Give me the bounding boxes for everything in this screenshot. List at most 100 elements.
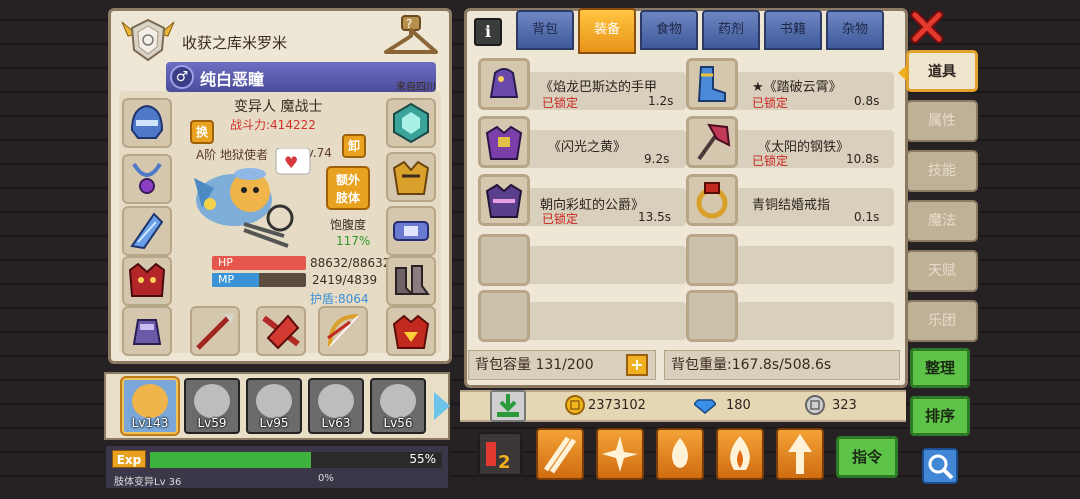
gem-emblem-icon bbox=[393, 102, 429, 144]
party-member-level: Lv95 bbox=[259, 416, 289, 430]
satiety-value: 117% bbox=[336, 234, 371, 248]
sun-axe-icon bbox=[697, 123, 731, 161]
weapon-slot-3[interactable] bbox=[318, 306, 368, 356]
ring-icon bbox=[696, 182, 728, 219]
party-member[interactable]: Lv59 bbox=[184, 378, 240, 434]
glove-slot[interactable] bbox=[122, 306, 172, 356]
swap-button[interactable]: 换 bbox=[190, 120, 214, 144]
party-member[interactable]: Lv56 bbox=[370, 378, 426, 434]
dragon-gauntlet-icon bbox=[489, 68, 519, 98]
accessory-slot-1[interactable] bbox=[386, 98, 436, 148]
weapon-slot-2[interactable] bbox=[256, 306, 306, 356]
satiety-label: 饱腹度 bbox=[330, 218, 367, 232]
one-two-rank-icon: 2 bbox=[486, 442, 511, 473]
party-member[interactable]: Lv63 bbox=[308, 378, 364, 434]
item-weight: 13.5s bbox=[638, 210, 671, 224]
item-weight: 9.2s bbox=[644, 152, 670, 166]
skill-slot-1[interactable] bbox=[536, 428, 584, 480]
mp-bar: MP bbox=[212, 273, 306, 287]
empty-slot bbox=[478, 290, 530, 342]
spear-icon bbox=[196, 314, 234, 350]
skill-slot-5[interactable] bbox=[776, 428, 824, 480]
cape-slot[interactable] bbox=[122, 206, 172, 256]
golden-armor-icon bbox=[392, 160, 430, 195]
item-icon-slot bbox=[686, 58, 738, 110]
party-member[interactable]: Lv95 bbox=[246, 378, 302, 434]
empty-slot bbox=[686, 290, 738, 342]
accessory-slot-2[interactable] bbox=[386, 152, 436, 202]
download-icon bbox=[497, 394, 519, 417]
tab-1[interactable]: 装备 bbox=[578, 8, 636, 54]
info-button[interactable]: i bbox=[474, 18, 502, 46]
tab-0[interactable]: 背包 bbox=[516, 10, 574, 50]
helmet-slot[interactable] bbox=[122, 98, 172, 148]
hp-label: HP bbox=[218, 256, 233, 269]
party-next-arrow-icon[interactable] bbox=[434, 392, 450, 420]
svg-text:2: 2 bbox=[498, 452, 511, 473]
sort-button[interactable]: 排序 bbox=[910, 396, 970, 436]
gold-amount: 2373102 bbox=[588, 398, 646, 413]
hanger-icon[interactable]: ? bbox=[380, 14, 440, 60]
purple-armor-icon bbox=[485, 125, 523, 160]
tab-2[interactable]: 食物 bbox=[640, 10, 698, 50]
belt-slot[interactable] bbox=[386, 206, 436, 256]
diamond-amount: 180 bbox=[726, 398, 751, 413]
search-icon bbox=[928, 454, 954, 480]
rainbow-armor-icon bbox=[485, 183, 523, 218]
mp-value: 2419/4839 bbox=[312, 273, 378, 287]
search-button[interactable] bbox=[922, 448, 958, 484]
exp-tag: Exp bbox=[112, 450, 146, 468]
close-icon[interactable] bbox=[910, 10, 944, 44]
tab-5[interactable]: 杂物 bbox=[826, 10, 884, 50]
weapon-slot-1[interactable] bbox=[190, 306, 240, 356]
power-label: 战斗力:414222 bbox=[230, 118, 316, 132]
flame-icon bbox=[730, 436, 750, 470]
necklace-slot[interactable] bbox=[122, 154, 172, 204]
side-tab-3[interactable]: 魔法 bbox=[906, 200, 978, 242]
silver-coin-icon bbox=[805, 395, 825, 415]
unequip-button[interactable]: 卸 bbox=[342, 134, 366, 158]
fire-burst-icon bbox=[672, 438, 688, 468]
command-button[interactable]: 指令 bbox=[836, 436, 898, 478]
boots-slot[interactable] bbox=[386, 256, 436, 306]
item-icon-slot bbox=[478, 58, 530, 110]
skill-slot-2[interactable] bbox=[596, 428, 644, 480]
expand-capacity-button[interactable]: + bbox=[626, 354, 648, 376]
wing-icon bbox=[130, 212, 164, 250]
class-label: 变异人 魔战士 bbox=[234, 99, 323, 115]
side-tab-1[interactable]: 属性 bbox=[906, 100, 978, 142]
side-tab-4[interactable]: 天赋 bbox=[906, 250, 978, 292]
arrow-strike-icon bbox=[788, 434, 812, 474]
party-member[interactable]: Lv143 bbox=[122, 378, 178, 434]
character-name: 纯白恶瞳 bbox=[200, 70, 265, 89]
gold-coin-icon bbox=[565, 395, 585, 415]
tab-3[interactable]: 药剂 bbox=[702, 10, 760, 50]
armor-slot[interactable] bbox=[122, 256, 172, 306]
item-weight: 0.1s bbox=[854, 210, 880, 224]
exp-percent: 55% bbox=[409, 452, 436, 466]
rank-sort-button[interactable]: 2 bbox=[478, 432, 522, 476]
download-button[interactable] bbox=[490, 390, 526, 422]
side-tab-5[interactable]: 乐团 bbox=[906, 300, 978, 342]
skill-slot-4[interactable] bbox=[716, 428, 764, 480]
mp-label: MP bbox=[218, 273, 235, 286]
item-icon-slot bbox=[478, 174, 530, 226]
organize-button[interactable]: 整理 bbox=[910, 348, 970, 388]
item-lock: 已锁定 bbox=[752, 96, 789, 110]
silver-amount: 323 bbox=[832, 398, 857, 413]
avatar bbox=[380, 384, 416, 418]
top-name: 收获之库米罗米 bbox=[182, 34, 288, 52]
party-member-level: Lv63 bbox=[321, 416, 351, 430]
avatar bbox=[194, 384, 230, 418]
skill-slot-3[interactable] bbox=[656, 428, 704, 480]
side-tab-0[interactable]: 道具 bbox=[906, 50, 978, 92]
extra-limb-button[interactable]: 额外 肢体 bbox=[326, 166, 370, 210]
accessory-slot-3[interactable] bbox=[386, 306, 436, 356]
item-weight: 10.8s bbox=[846, 152, 879, 166]
tab-4[interactable]: 书籍 bbox=[764, 10, 822, 50]
empty-slot bbox=[686, 234, 738, 286]
guild-badge-icon[interactable] bbox=[118, 14, 178, 66]
item-name: ★《踏破云霄》 bbox=[752, 80, 842, 95]
side-tab-2[interactable]: 技能 bbox=[906, 150, 978, 192]
item-icon-slot bbox=[686, 174, 738, 226]
